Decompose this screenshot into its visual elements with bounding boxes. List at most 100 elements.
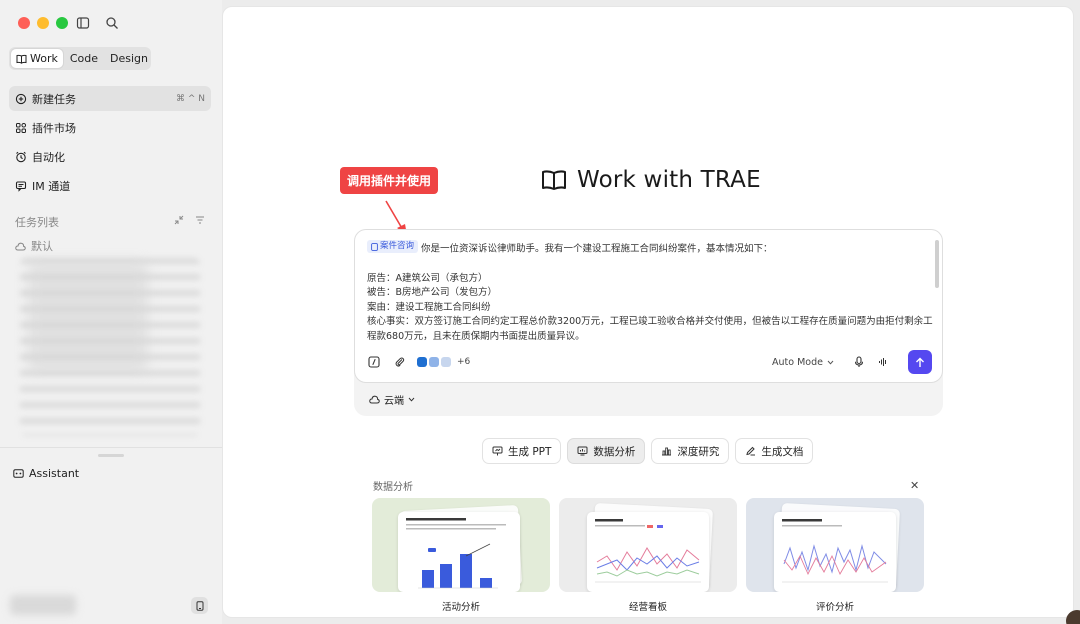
maximize-window-button[interactable] (56, 17, 68, 29)
close-window-button[interactable] (18, 17, 30, 29)
template-card-dashboard[interactable] (559, 498, 737, 592)
composer[interactable]: 案件咨询 你是一位资深诉讼律师助手。我有一个建设工程施工合同纠纷案件，基本情况如下… (354, 229, 943, 383)
book-icon (542, 170, 566, 190)
nav-plugin-market[interactable]: 插件市场 (9, 115, 211, 140)
user-profile[interactable] (10, 595, 76, 615)
plugin-tag[interactable]: 案件咨询 (367, 240, 419, 253)
assistant-label: Assistant (29, 467, 80, 480)
book-icon (16, 54, 27, 64)
card-paper (587, 512, 709, 592)
line-chart-thumbnail (782, 519, 888, 583)
nav-im-channel-label: IM 通道 (32, 179, 71, 193)
card-paper (398, 512, 520, 592)
prompt-intro: 你是一位资深诉讼律师助手。我有一个建设工程施工合同纠纷案件，基本情况如下： (421, 243, 773, 255)
nav-new-task[interactable]: 新建任务 ⌘ ^ N (9, 86, 211, 111)
template-card-label: 活动分析 (441, 602, 480, 613)
document-edit-icon (746, 446, 756, 456)
auto-mode-label: Auto Mode (772, 356, 823, 368)
chip-deep-research[interactable]: 深度研究 (651, 438, 730, 464)
nav-automation[interactable]: 自动化 (9, 144, 211, 169)
slash-icon (368, 356, 380, 368)
prompt-line: 原告：A建筑公司（承包方） (367, 272, 488, 284)
nav-plugin-market-label: 插件市场 (32, 121, 76, 135)
plugin-icon (441, 357, 451, 367)
mode-design-label: Design (110, 52, 149, 65)
plugin-list[interactable]: +6 (417, 357, 470, 367)
main-panel: 调用插件并使用 Work with TRAE 案件咨询 你是一位资深诉讼律师助手。… (222, 6, 1074, 618)
mode-code-button[interactable]: Code (65, 49, 103, 68)
sidebar-divider (0, 447, 222, 448)
cloud-icon (15, 242, 26, 250)
prompt-line: 被告：B房地产公司（发包方） (367, 287, 498, 299)
prompt-input[interactable]: 案件咨询 你是一位资深诉讼律师助手。我有一个建设工程施工合同纠纷案件，基本情况如下… (367, 240, 935, 345)
chip-generate-doc-label: 生成文档 (761, 445, 804, 458)
group-default[interactable]: 默认 (15, 238, 53, 254)
presentation-icon (492, 446, 503, 456)
environment-select[interactable]: 云端 (369, 392, 415, 407)
voice-wave-icon[interactable] (878, 357, 888, 367)
mobile-button[interactable] (191, 597, 208, 614)
composer-scrollbar[interactable] (935, 240, 939, 288)
bar-chart-thumbnail (406, 518, 506, 589)
plugin-icon (417, 357, 427, 367)
new-task-icon (15, 93, 27, 104)
document-icon (371, 242, 378, 251)
section-title: 数据分析 (373, 482, 413, 493)
mode-code-label: Code (69, 52, 99, 65)
chip-deep-research-label: 深度研究 (677, 445, 720, 458)
resize-handle[interactable] (98, 454, 124, 457)
mode-work-button[interactable]: Work (11, 49, 63, 68)
search-icon[interactable] (105, 16, 119, 30)
send-button[interactable] (908, 350, 932, 374)
composer-toolbar: +6 Auto Mode (365, 350, 932, 374)
window-controls (18, 17, 68, 29)
attach-button[interactable] (391, 353, 409, 371)
new-task-shortcut: ⌘ ^ N (176, 93, 205, 104)
alarm-icon (16, 151, 26, 162)
page-title: Work with TRAE (577, 167, 761, 193)
sidebar: Work Code Design 新建任务 ⌘ ^ N 插件市场 自动化 IM … (0, 0, 222, 624)
chip-generate-ppt[interactable]: 生成 PPT (482, 438, 562, 464)
plugin-icon (429, 357, 439, 367)
prompt-line: 核心事实：双方签订施工合同约定工程总价款3200万元，工程已竣工验收合格并交付使… (367, 316, 933, 343)
nav-im-channel[interactable]: IM 通道 (9, 173, 211, 198)
mode-design-button[interactable]: Design (105, 49, 153, 68)
filter-icon[interactable] (195, 215, 205, 225)
plugin-more-count: +6 (457, 357, 471, 367)
chip-generate-doc[interactable]: 生成文档 (735, 438, 814, 464)
card-paper (774, 512, 896, 592)
chip-generate-ppt-label: 生成 PPT (508, 445, 552, 458)
assistant-item[interactable]: Assistant (13, 467, 79, 480)
close-icon[interactable]: ✕ (910, 479, 919, 492)
template-card-label: 评价分析 (815, 602, 854, 613)
chip-data-analysis[interactable]: 数据分析 (567, 438, 646, 464)
slash-command-button[interactable] (365, 353, 383, 371)
plugin-tag-label: 案件咨询 (380, 241, 415, 252)
blurred-task-list-overlay (28, 262, 148, 372)
minimize-window-button[interactable] (37, 17, 49, 29)
assistant-icon (13, 469, 24, 478)
arrow-up-icon (916, 357, 924, 367)
environment-label: 云端 (384, 396, 404, 407)
nav-automation-label: 自动化 (32, 150, 65, 164)
bar-chart-icon (662, 447, 672, 456)
callout-annotation: 调用插件并使用 (340, 167, 439, 194)
prompt-line: 案由：建设工程施工合同纠纷 (367, 301, 491, 313)
microphone-icon[interactable] (854, 356, 864, 368)
hero: Work with TRAE (541, 167, 761, 193)
template-card-review[interactable] (746, 498, 924, 592)
quick-actions: 生成 PPT 数据分析 深度研究 生成文档 (482, 438, 814, 464)
auto-mode-select[interactable]: Auto Mode (772, 357, 834, 368)
mode-switch: Work Code Design (9, 47, 151, 70)
template-card-label: 经营看板 (628, 602, 667, 613)
template-card-activity[interactable] (372, 498, 550, 592)
collapse-icon[interactable] (174, 215, 184, 225)
chip-data-analysis-label: 数据分析 (593, 445, 636, 458)
group-default-label: 默认 (31, 240, 53, 253)
message-icon (15, 180, 27, 192)
phone-icon (196, 600, 203, 611)
nav-new-task-label: 新建任务 (32, 92, 76, 106)
chevron-down-icon (827, 360, 834, 365)
chevron-down-icon (408, 397, 415, 402)
sidebar-toggle-icon[interactable] (76, 16, 90, 30)
